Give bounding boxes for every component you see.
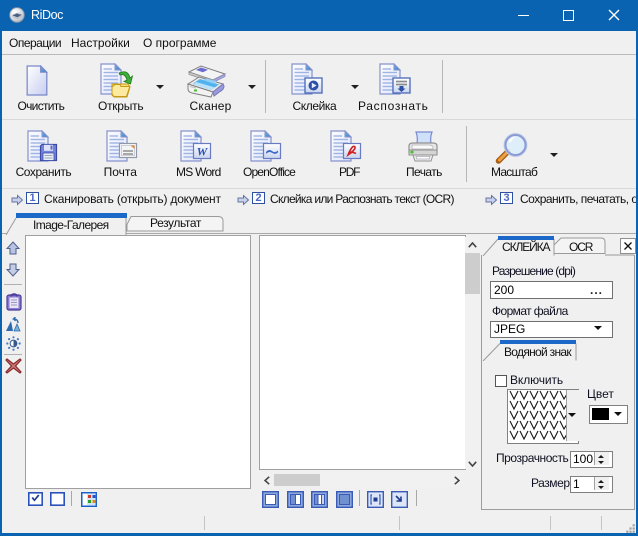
svg-text:W: W: [197, 145, 209, 159]
